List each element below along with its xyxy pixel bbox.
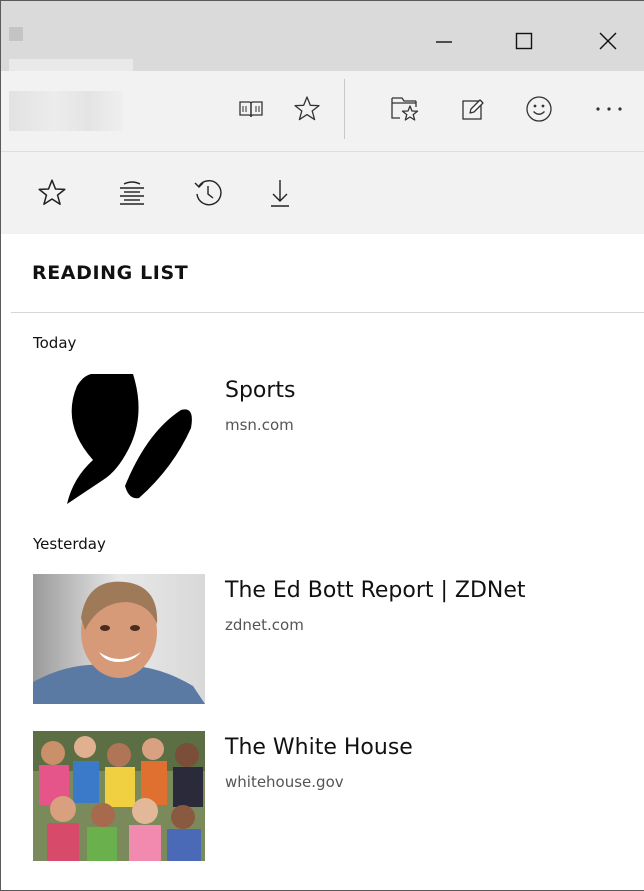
minimize-icon <box>436 41 452 43</box>
hub-icon <box>391 97 419 121</box>
reading-list-icon <box>120 181 144 205</box>
item-title: Sports <box>225 378 296 403</box>
tab-downloads[interactable] <box>257 170 303 216</box>
list-item[interactable]: The White House whitehouse.gov <box>33 731 633 861</box>
panel-divider <box>11 312 644 313</box>
reading-view-icon <box>239 101 263 118</box>
send-feedback-button[interactable] <box>517 87 561 131</box>
address-toolbar <box>1 71 644 152</box>
minimize-button[interactable] <box>421 23 467 59</box>
tab-reading-list[interactable] <box>109 170 155 216</box>
zdnet-thumbnail <box>33 574 205 704</box>
item-title: The White House <box>225 735 413 760</box>
title-bar <box>1 1 644 71</box>
reading-view-button[interactable] <box>229 87 273 131</box>
close-icon <box>599 32 617 50</box>
toolbar-separator <box>344 79 345 139</box>
group-label-yesterday: Yesterday <box>33 535 106 553</box>
more-actions-button[interactable] <box>587 87 631 131</box>
blurred-address-bar[interactable] <box>9 91 123 131</box>
panel-title: READING LIST <box>32 262 189 284</box>
msn-butterfly-logo <box>33 374 205 504</box>
maximize-button[interactable] <box>501 23 547 59</box>
favorite-star-icon <box>294 96 320 121</box>
favorites-star-icon <box>38 179 66 206</box>
whitehouse-thumbnail <box>33 731 205 861</box>
crowd-photo <box>33 731 205 861</box>
web-note-icon <box>462 99 484 120</box>
feedback-smiley-icon <box>526 96 552 122</box>
msn-thumbnail <box>33 374 205 504</box>
item-domain: msn.com <box>225 416 294 434</box>
maximize-icon <box>515 32 533 50</box>
portrait-photo <box>33 574 205 704</box>
web-note-button[interactable] <box>451 87 495 131</box>
hub-button[interactable] <box>383 87 427 131</box>
hub-tabs <box>1 152 644 234</box>
item-domain: zdnet.com <box>225 616 304 634</box>
close-button[interactable] <box>585 23 631 59</box>
list-item[interactable]: The Ed Bott Report | ZDNet zdnet.com <box>33 574 633 704</box>
more-dots-icon <box>596 107 622 111</box>
item-title: The Ed Bott Report | ZDNet <box>225 578 526 603</box>
tab-history[interactable] <box>185 170 231 216</box>
downloads-icon <box>271 180 289 207</box>
tab-favorites[interactable] <box>29 170 75 216</box>
add-favorite-button[interactable] <box>285 87 329 131</box>
blurred-tab[interactable] <box>9 59 133 71</box>
history-icon <box>194 180 222 206</box>
browser-window: READING LIST Today Sports msn.com Yester… <box>0 0 644 891</box>
item-domain: whitehouse.gov <box>225 773 344 791</box>
group-label-today: Today <box>33 334 77 352</box>
list-item[interactable]: Sports msn.com <box>33 374 633 504</box>
blurred-tab-icon <box>9 27 23 41</box>
reading-list-panel: READING LIST Today Sports msn.com Yester… <box>1 234 644 890</box>
